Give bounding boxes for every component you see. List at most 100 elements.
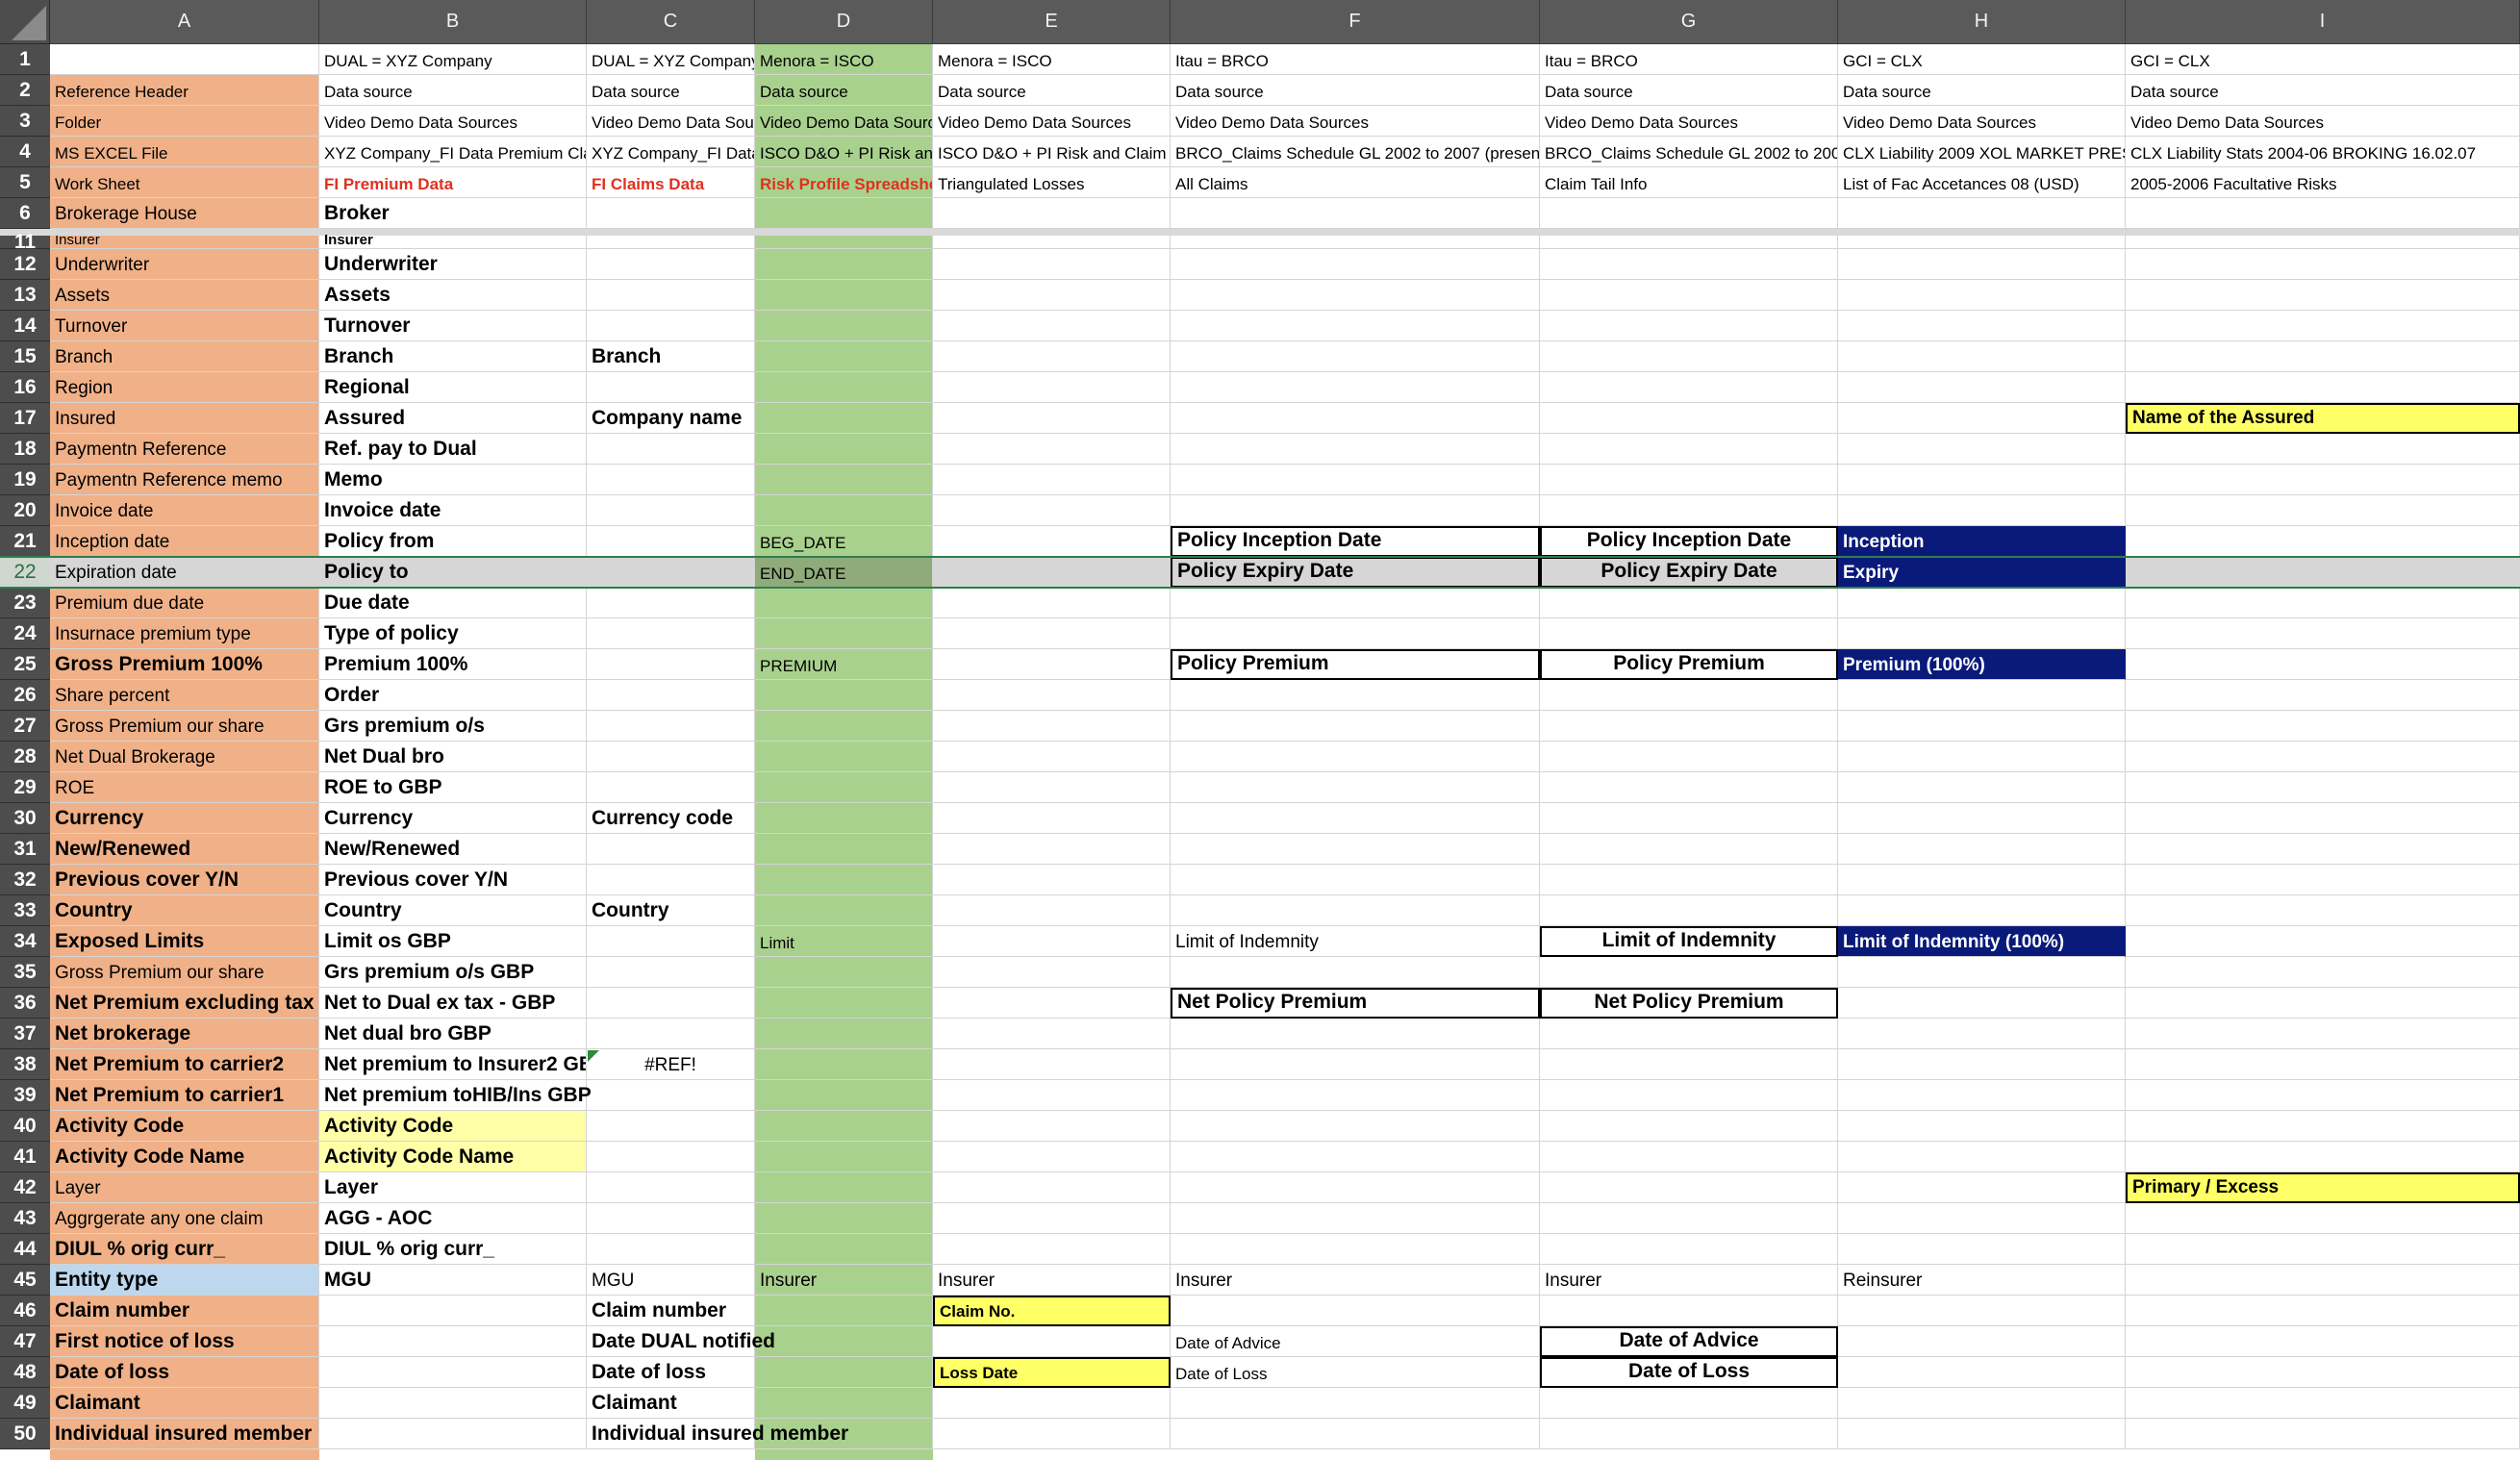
cell-b32[interactable]: Previous cover Y/N [319,865,587,895]
cell-e30[interactable] [933,803,1171,834]
cell-e2[interactable]: Data source [933,75,1171,106]
cell-i14[interactable] [2126,311,2520,341]
cell-f12[interactable] [1171,249,1540,280]
cell-b4[interactable]: XYZ Company_FI Data Premium Claims [319,137,587,167]
cell-c6[interactable] [587,198,755,229]
cell-f1[interactable]: Itau = BRCO [1171,44,1540,75]
row-header-47[interactable]: 47 [0,1326,50,1357]
row-header-32[interactable]: 32 [0,865,50,895]
cell-e1[interactable]: Menora = ISCO [933,44,1171,75]
cell-c20[interactable] [587,495,755,526]
cell-c4[interactable]: XYZ Company_FI Data Premium Claims [587,137,755,167]
cell-f27[interactable] [1171,711,1540,742]
cell-f42[interactable] [1171,1172,1540,1203]
cell-e27[interactable] [933,711,1171,742]
cell-g23[interactable] [1540,588,1838,618]
cell-e35[interactable] [933,957,1171,988]
cell-b21[interactable]: Policy from [319,526,587,557]
cell-a28[interactable]: Net Dual Brokerage [50,742,319,772]
cell-b42[interactable]: Layer [319,1172,587,1203]
cell-e3[interactable]: Video Demo Data Sources [933,106,1171,137]
cell-i6[interactable] [2126,198,2520,229]
cell-b11[interactable]: Insurer [319,233,587,249]
cell-e25[interactable] [933,649,1171,680]
cell-h37[interactable] [1838,1019,2126,1049]
cell-a26[interactable]: Share percent [50,680,319,711]
cell-b45[interactable]: MGU [319,1265,587,1296]
cell-a16[interactable]: Region [50,372,319,403]
row-header-29[interactable]: 29 [0,772,50,803]
cell-c36[interactable] [587,988,755,1019]
cell-b27[interactable]: Grs premium o/s [319,711,587,742]
row-header-48[interactable]: 48 [0,1357,50,1388]
cell-a2[interactable]: Reference Header [50,75,319,106]
cell-d5[interactable]: Risk Profile Spreadsheet [755,167,933,198]
cell-i3[interactable]: Video Demo Data Sources [2126,106,2520,137]
cell-a47[interactable]: First notice of loss [50,1326,319,1357]
row-header-31[interactable]: 31 [0,834,50,865]
row-header-19[interactable]: 19 [0,465,50,495]
cell-g29[interactable] [1540,772,1838,803]
row-header-28[interactable]: 28 [0,742,50,772]
cell-a50[interactable]: Individual insured member [50,1419,319,1449]
cell-h41[interactable] [1838,1142,2126,1172]
cell-c17[interactable]: Company name [587,403,755,434]
cell-a23[interactable]: Premium due date [50,588,319,618]
cell-a32[interactable]: Previous cover Y/N [50,865,319,895]
cell-c33[interactable]: Country [587,895,755,926]
row-header-11[interactable]: 11 [0,231,50,253]
cell-g40[interactable] [1540,1111,1838,1142]
cell-d47[interactable] [755,1326,933,1357]
cell-i50[interactable] [2126,1419,2520,1449]
cell-c44[interactable] [587,1234,755,1265]
cell-a43[interactable]: Aggrgerate any one claim [50,1203,319,1234]
row-header-43[interactable]: 43 [0,1203,50,1234]
cell-f37[interactable] [1171,1019,1540,1049]
cell-e16[interactable] [933,372,1171,403]
cell-d37[interactable] [755,1019,933,1049]
cell-g37[interactable] [1540,1019,1838,1049]
cell-e37[interactable] [933,1019,1171,1049]
cell-g30[interactable] [1540,803,1838,834]
cell-h50[interactable] [1838,1419,2126,1449]
row-header-16[interactable]: 16 [0,372,50,403]
cell-d12[interactable] [755,249,933,280]
row-header-1[interactable]: 1 [0,44,50,75]
cell-d24[interactable] [755,618,933,649]
cell-a36[interactable]: Net Premium excluding tax [50,988,319,1019]
cell-g20[interactable] [1540,495,1838,526]
cell-d6[interactable] [755,198,933,229]
cell-b1[interactable]: DUAL = XYZ Company [319,44,587,75]
cell-b39[interactable]: Net premium toHIB/Ins GBP [319,1080,592,1111]
cell-c23[interactable] [587,588,755,618]
cell-b40[interactable]: Activity Code [319,1111,587,1142]
cell-d18[interactable] [755,434,933,465]
cell-e42[interactable] [933,1172,1171,1203]
cell-b20[interactable]: Invoice date [319,495,587,526]
cell-f36[interactable]: Net Policy Premium [1171,988,1540,1019]
cell-c18[interactable] [587,434,755,465]
cell-d23[interactable] [755,588,933,618]
cell-i11[interactable] [2126,236,2520,249]
cell-a19[interactable]: Paymentn Reference memo [50,465,319,495]
cell-b26[interactable]: Order [319,680,587,711]
cell-c32[interactable] [587,865,755,895]
cell-h32[interactable] [1838,865,2126,895]
cell-i20[interactable] [2126,495,2520,526]
cell-g50[interactable] [1540,1419,1838,1449]
cell-f38[interactable] [1171,1049,1540,1080]
cell-i13[interactable] [2126,280,2520,311]
cell-c12[interactable] [587,249,755,280]
cell-g5[interactable]: Claim Tail Info [1540,167,1838,198]
cell-e14[interactable] [933,311,1171,341]
cell-d27[interactable] [755,711,933,742]
cell-d15[interactable] [755,341,933,372]
cell-f22[interactable]: Policy Expiry Date [1171,557,1540,588]
cell-h34[interactable]: Limit of Indemnity (100%) [1838,926,2126,957]
cell-i23[interactable] [2126,588,2520,618]
cell-f50[interactable] [1171,1419,1540,1449]
cell-b22[interactable]: Policy to [319,557,587,588]
cell-i38[interactable] [2126,1049,2520,1080]
cell-b19[interactable]: Memo [319,465,587,495]
cell-b37[interactable]: Net dual bro GBP [319,1019,587,1049]
